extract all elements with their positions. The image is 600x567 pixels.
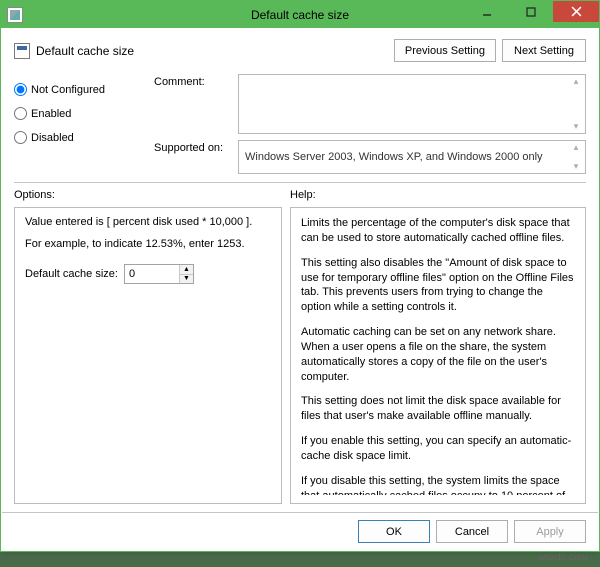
comment-label: Comment: [154,74,232,134]
cache-size-input[interactable] [125,265,179,283]
titlebar[interactable]: Default cache size [1,1,599,28]
nav-buttons: Previous Setting Next Setting [394,39,586,62]
radio-disabled[interactable]: Disabled [14,131,144,144]
radio-disabled-input[interactable] [14,131,27,144]
supported-on-value: Windows Server 2003, Windows XP, and Win… [245,151,543,163]
maximize-button[interactable] [509,1,553,22]
comment-scrollbar[interactable]: ▴▾ [569,77,583,131]
comment-wrap: ▴▾ [238,74,586,134]
minimize-button[interactable] [465,1,509,22]
supported-on-value-box: Windows Server 2003, Windows XP, and Win… [238,140,586,174]
page-title: Default cache size [36,44,134,58]
options-text-1: Value entered is [ percent disk used * 1… [25,216,271,228]
radio-not-configured-input[interactable] [14,83,27,96]
ok-button[interactable]: OK [358,520,430,543]
help-p2: This setting also disables the "Amount o… [301,256,575,315]
window-controls [465,1,599,28]
help-wrap: Limits the percentage of the computer's … [290,207,586,504]
spin-buttons: ▲ ▼ [179,265,193,283]
radio-not-configured-label: Not Configured [31,84,105,96]
cache-size-label: Default cache size: [25,268,118,280]
options-text-2: For example, to indicate 12.53%, enter 1… [25,238,271,250]
policy-icon [14,43,30,59]
radio-enabled-label: Enabled [31,108,71,120]
lower-section: Value entered is [ percent disk used * 1… [2,205,598,512]
state-radio-group: Not Configured Enabled Disabled [14,74,144,174]
section-labels: Options: Help: [2,183,598,205]
minimize-icon [482,7,492,17]
radio-enabled[interactable]: Enabled [14,107,144,120]
cache-size-row: Default cache size: ▲ ▼ [25,264,271,284]
radio-not-configured[interactable]: Not Configured [14,83,144,96]
previous-setting-button[interactable]: Previous Setting [394,39,496,62]
help-p1: Limits the percentage of the computer's … [301,216,575,246]
help-p4: This setting does not limit the disk spa… [301,394,575,424]
apply-button[interactable]: Apply [514,520,586,543]
upper-section: Not Configured Enabled Disabled Comment:… [2,68,598,182]
client-area: Default cache size Previous Setting Next… [2,29,598,550]
radio-enabled-input[interactable] [14,107,27,120]
radio-disabled-label: Disabled [31,132,74,144]
next-setting-button[interactable]: Next Setting [502,39,586,62]
footer-watermark: wsxdn.com [0,552,600,567]
help-p6: If you disable this setting, the system … [301,474,575,495]
comment-field[interactable] [239,75,585,133]
help-p3: Automatic caching can be set on any netw… [301,325,575,384]
dialog-window: Default cache size Default cache size Pr… [0,0,600,552]
fields-grid: Comment: ▴▾ Supported on: Windows Server… [154,74,586,174]
help-panel: Limits the percentage of the computer's … [290,207,586,504]
cache-size-spinner[interactable]: ▲ ▼ [124,264,194,284]
spin-down-button[interactable]: ▼ [179,275,193,284]
spacer [25,228,271,238]
maximize-icon [526,7,536,17]
close-icon [571,6,582,17]
options-heading: Options: [14,189,290,201]
help-heading: Help: [290,189,316,201]
help-scroll-area[interactable]: Limits the percentage of the computer's … [301,216,579,495]
header-row: Default cache size Previous Setting Next… [2,29,598,68]
bottom-bar: OK Cancel Apply [2,512,598,550]
supported-scrollbar[interactable]: ▴▾ [569,143,583,171]
supported-on-label: Supported on: [154,140,232,174]
help-p5: If you enable this setting, you can spec… [301,434,575,464]
options-panel: Value entered is [ percent disk used * 1… [14,207,282,504]
spin-up-button[interactable]: ▲ [179,265,193,275]
app-icon [7,7,23,23]
close-button[interactable] [553,1,599,22]
cancel-button[interactable]: Cancel [436,520,508,543]
